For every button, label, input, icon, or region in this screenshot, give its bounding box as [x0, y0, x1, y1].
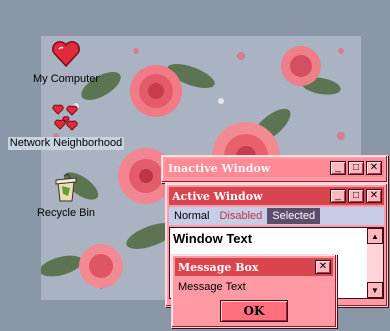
- desktop: My Computer Network Neighborhood Recycle…: [0, 0, 390, 331]
- message-box-title: Message Box: [178, 260, 259, 274]
- close-button[interactable]: ✕: [366, 189, 382, 203]
- maximize-button[interactable]: □: [348, 189, 364, 203]
- vertical-scrollbar[interactable]: ▲ ▼: [367, 228, 383, 298]
- message-box-title-bar[interactable]: Message Box ✕: [175, 258, 333, 276]
- message-box-body: Message Text OK: [175, 276, 333, 326]
- minimize-button[interactable]: _: [330, 161, 346, 175]
- menu-item-normal[interactable]: Normal: [169, 208, 214, 224]
- scroll-up-button[interactable]: ▲: [367, 228, 383, 244]
- recycle-bin-icon: [55, 173, 77, 202]
- menu-bar: Normal Disabled Selected: [169, 207, 384, 225]
- close-button[interactable]: ✕: [315, 260, 331, 274]
- network-neighborhood-icon-item[interactable]: Network Neighborhood: [7, 102, 125, 150]
- active-title-bar[interactable]: Active Window _ □ ✕: [169, 187, 384, 205]
- desktop-icon-label: My Computer: [32, 73, 100, 85]
- menu-item-selected[interactable]: Selected: [267, 208, 321, 224]
- inactive-window-title: Inactive Window: [168, 161, 271, 175]
- maximize-button[interactable]: □: [348, 161, 364, 175]
- desktop-icon-label: Recycle Bin: [36, 207, 96, 219]
- minimize-button[interactable]: _: [330, 189, 346, 203]
- ok-button[interactable]: OK: [220, 300, 288, 322]
- desktop-icon-label: Network Neighborhood: [7, 137, 125, 150]
- inactive-title-bar[interactable]: Inactive Window _ □ ✕: [165, 159, 384, 177]
- close-button[interactable]: ✕: [366, 161, 382, 175]
- heart-icon: [52, 41, 80, 68]
- recycle-bin-icon-item[interactable]: Recycle Bin: [11, 172, 121, 220]
- message-text: Message Text: [178, 281, 246, 293]
- my-computer-icon-item[interactable]: My Computer: [11, 38, 121, 86]
- menu-item-disabled: Disabled: [219, 210, 263, 222]
- scroll-down-button[interactable]: ▼: [367, 282, 383, 298]
- inactive-window[interactable]: Inactive Window _ □ ✕: [161, 155, 388, 183]
- hearts-network-icon: [52, 104, 78, 131]
- message-box[interactable]: Message Box ✕ Message Text OK: [171, 254, 337, 328]
- active-window-title: Active Window: [172, 189, 263, 203]
- window-text: Window Text: [173, 231, 253, 246]
